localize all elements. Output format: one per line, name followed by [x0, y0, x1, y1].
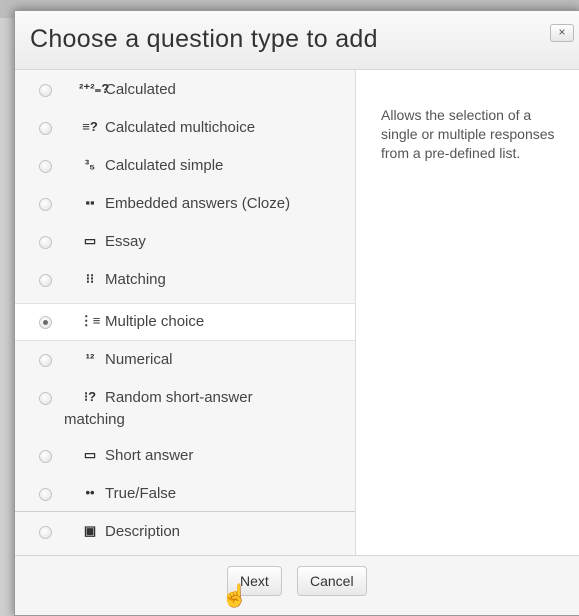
option-description[interactable]: ▣ Description	[15, 518, 355, 546]
option-short-answer[interactable]: ▭ Short answer	[15, 442, 355, 470]
option-label-line1: Random short-answer	[105, 389, 253, 406]
option-label: Description	[105, 523, 181, 540]
option-true-false[interactable]: •• True/False	[15, 480, 355, 508]
question-type-list: ²⁺²₌? Calculated ≡? Calculated multichoi…	[15, 70, 356, 555]
radio-multiple-choice[interactable]	[39, 316, 52, 329]
radio-true-false[interactable]	[39, 488, 52, 501]
option-label: Embedded answers (Cloze)	[105, 195, 291, 212]
cloze-icon: ▪▪	[85, 195, 95, 210]
radio-random-short-answer[interactable]	[39, 392, 52, 405]
true-false-icon: ••	[85, 485, 95, 500]
radio-essay[interactable]	[39, 236, 52, 249]
radio-calculated[interactable]	[39, 84, 52, 97]
option-label: True/False	[105, 485, 177, 502]
option-label-line2: matching	[64, 411, 125, 428]
option-calculated-multichoice[interactable]: ≡? Calculated multichoice	[15, 114, 355, 142]
radio-cloze[interactable]	[39, 198, 52, 211]
question-type-summary: Allows the selection of a single or mult…	[381, 107, 555, 161]
option-label: Short answer	[105, 447, 194, 464]
radio-calculated-simple[interactable]	[39, 160, 52, 173]
question-type-summary-pane: Allows the selection of a single or mult…	[356, 70, 579, 555]
calculated-multichoice-icon: ≡?	[82, 119, 98, 134]
essay-icon: ▭	[83, 233, 97, 248]
hand-pointer-cursor-icon: ☝	[221, 583, 249, 608]
radio-description[interactable]	[39, 526, 52, 539]
close-button[interactable]: ×	[550, 24, 574, 42]
option-essay[interactable]: ▭ Essay	[15, 228, 355, 256]
dialog-title: Choose a question type to add	[30, 25, 378, 53]
option-label: Matching	[105, 271, 166, 288]
option-calculated-simple[interactable]: ³₅ Calculated simple	[15, 152, 355, 180]
calculated-icon: ²⁺²₌?	[79, 81, 110, 96]
multiple-choice-icon: ⋮≡	[79, 313, 101, 328]
option-cloze[interactable]: ▪▪ Embedded answers (Cloze)	[15, 190, 355, 218]
option-label: Numerical	[105, 351, 173, 368]
option-multiple-choice[interactable]: ⋮≡ Multiple choice	[15, 303, 355, 341]
calculated-simple-icon: ³₅	[84, 157, 96, 172]
description-icon: ▣	[83, 523, 97, 538]
radio-calculated-multichoice[interactable]	[39, 122, 52, 135]
option-numerical[interactable]: ¹² Numerical	[15, 346, 355, 374]
other-types-divider	[15, 511, 355, 512]
option-label: Essay	[105, 233, 146, 250]
option-label: Calculated	[105, 81, 176, 98]
random-short-answer-icon: ⁝?	[83, 389, 97, 404]
option-matching[interactable]: ⁝⁝ Matching	[15, 266, 355, 294]
dialog-footer: Next Cancel	[15, 555, 579, 615]
option-label: Multiple choice	[105, 313, 205, 330]
option-label: Calculated simple	[105, 157, 224, 174]
radio-numerical[interactable]	[39, 354, 52, 367]
radio-short-answer[interactable]	[39, 450, 52, 463]
short-answer-icon: ▭	[83, 447, 97, 462]
matching-icon: ⁝⁝	[85, 271, 95, 286]
option-label: Calculated multichoice	[105, 119, 256, 136]
option-calculated[interactable]: ²⁺²₌? Calculated	[15, 76, 355, 104]
dialog-header: Choose a question type to add ×	[15, 11, 579, 70]
numerical-icon: ¹²	[85, 351, 95, 366]
cancel-button[interactable]: Cancel	[297, 566, 367, 596]
radio-matching[interactable]	[39, 274, 52, 287]
option-random-short-answer[interactable]: ⁝? Random short-answer matching	[15, 384, 355, 432]
question-type-dialog: Choose a question type to add × ²⁺²₌? Ca…	[14, 10, 579, 616]
